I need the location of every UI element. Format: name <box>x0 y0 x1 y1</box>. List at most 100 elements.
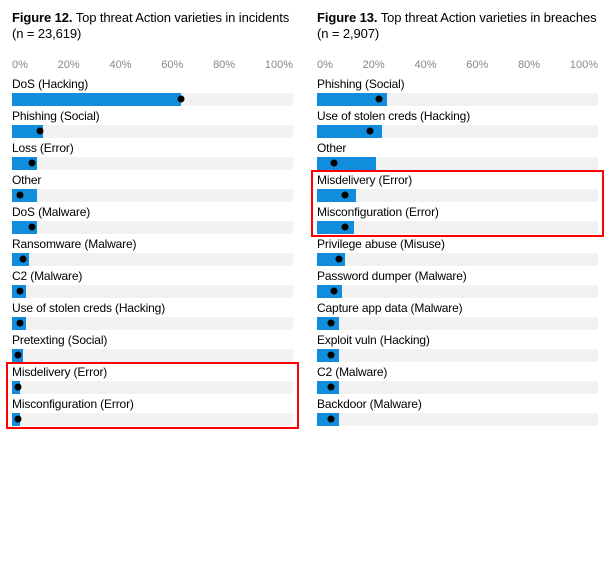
figure-13-label: Figure 13. <box>317 10 377 25</box>
chart-row-label: C2 (Malware) <box>317 365 598 379</box>
chart-row: Capture app data (Malware) <box>317 301 598 330</box>
axis-tick: 0% <box>12 59 28 71</box>
chart-row-label: Capture app data (Malware) <box>317 301 598 315</box>
chart-bar-track <box>317 413 598 426</box>
chart-dot <box>37 128 44 135</box>
figure-12-panel: Figure 12. Top threat Action varieties i… <box>12 10 293 429</box>
chart-row-label: Ransomware (Malware) <box>12 237 293 251</box>
chart-bar-track <box>317 93 598 106</box>
chart-bar-track <box>12 413 293 426</box>
chart-row-label: DoS (Malware) <box>12 205 293 219</box>
chart-row: Phishing (Social) <box>317 77 598 106</box>
chart-bar-track <box>317 253 598 266</box>
axis-tick: 60% <box>466 59 488 71</box>
chart-dot <box>330 160 337 167</box>
chart-row-label: Misconfiguration (Error) <box>317 205 598 219</box>
chart-dot <box>330 288 337 295</box>
figure-13-axis: 0% 20% 40% 60% 80% 100% <box>317 59 598 71</box>
chart-dot <box>375 96 382 103</box>
chart-dot <box>17 320 24 327</box>
chart-dot <box>14 416 21 423</box>
chart-dot <box>336 256 343 263</box>
chart-bar-track <box>317 221 598 234</box>
chart-row-label: DoS (Hacking) <box>12 77 293 91</box>
chart-dot <box>328 384 335 391</box>
chart-bar <box>12 93 181 106</box>
chart-row: Other <box>317 141 598 170</box>
chart-bar-track <box>12 189 293 202</box>
chart-dot <box>14 384 21 391</box>
chart-bar-track <box>12 125 293 138</box>
chart-row-label: Other <box>12 173 293 187</box>
axis-tick: 60% <box>161 59 183 71</box>
chart-dot <box>20 256 27 263</box>
chart-row-label: Backdoor (Malware) <box>317 397 598 411</box>
chart-row-label: Use of stolen creds (Hacking) <box>317 109 598 123</box>
chart-row: Phishing (Social) <box>12 109 293 138</box>
chart-dot <box>328 416 335 423</box>
figure-12-label: Figure 12. <box>12 10 72 25</box>
chart-row: Backdoor (Malware) <box>317 397 598 426</box>
chart-row: C2 (Malware) <box>317 365 598 394</box>
chart-row: C2 (Malware) <box>12 269 293 298</box>
chart-row: Misdelivery (Error) <box>12 365 293 394</box>
chart-dot <box>328 320 335 327</box>
chart-row-label: Phishing (Social) <box>317 77 598 91</box>
axis-tick: 40% <box>414 59 436 71</box>
axis-tick: 40% <box>109 59 131 71</box>
axis-tick: 20% <box>363 59 385 71</box>
chart-bar-track <box>317 189 598 202</box>
chart-row: Misconfiguration (Error) <box>12 397 293 426</box>
chart-bar-track <box>317 381 598 394</box>
chart-row-label: Other <box>317 141 598 155</box>
axis-tick: 100% <box>265 59 293 71</box>
figure-13-title: Figure 13. Top threat Action varieties i… <box>317 10 598 43</box>
chart-bar-track <box>12 349 293 362</box>
chart-dot <box>342 224 349 231</box>
axis-tick: 0% <box>317 59 333 71</box>
chart-row: Privilege abuse (Misuse) <box>317 237 598 266</box>
chart-row-label: Misdelivery (Error) <box>12 365 293 379</box>
chart-bar-track <box>12 157 293 170</box>
chart-row-label: Misdelivery (Error) <box>317 173 598 187</box>
chart-dot <box>328 352 335 359</box>
chart-row: Misdelivery (Error) <box>317 173 598 202</box>
figure-13-panel: Figure 13. Top threat Action varieties i… <box>317 10 598 429</box>
chart-dot <box>17 288 24 295</box>
chart-row: Use of stolen creds (Hacking) <box>12 301 293 330</box>
chart-bar-track <box>12 221 293 234</box>
figure-12-axis: 0% 20% 40% 60% 80% 100% <box>12 59 293 71</box>
chart-row: Password dumper (Malware) <box>317 269 598 298</box>
axis-tick: 80% <box>518 59 540 71</box>
chart-row: Ransomware (Malware) <box>12 237 293 266</box>
chart-dot <box>17 192 24 199</box>
chart-row: Pretexting (Social) <box>12 333 293 362</box>
chart-bar-track <box>12 253 293 266</box>
axis-tick: 20% <box>58 59 80 71</box>
chart-dot <box>14 352 21 359</box>
chart-row: Use of stolen creds (Hacking) <box>317 109 598 138</box>
chart-bar-track <box>12 317 293 330</box>
chart-dot <box>342 192 349 199</box>
chart-bar <box>12 189 37 202</box>
chart-bar-track <box>12 93 293 106</box>
axis-tick: 80% <box>213 59 235 71</box>
chart-row: DoS (Malware) <box>12 205 293 234</box>
chart-dot <box>28 224 35 231</box>
chart-row-label: Use of stolen creds (Hacking) <box>12 301 293 315</box>
chart-row-label: Pretexting (Social) <box>12 333 293 347</box>
chart-row-label: Phishing (Social) <box>12 109 293 123</box>
chart-bar-track <box>12 285 293 298</box>
chart-bar-track <box>12 381 293 394</box>
chart-row: Exploit vuln (Hacking) <box>317 333 598 362</box>
chart-row: Misconfiguration (Error) <box>317 205 598 234</box>
chart-bar-track <box>317 157 598 170</box>
chart-row: DoS (Hacking) <box>12 77 293 106</box>
chart-row: Other <box>12 173 293 202</box>
chart-row-label: Privilege abuse (Misuse) <box>317 237 598 251</box>
chart-dot <box>28 160 35 167</box>
chart-row: Loss (Error) <box>12 141 293 170</box>
chart-bar <box>317 189 356 202</box>
chart-bar-track <box>317 349 598 362</box>
figure-13-chart: 0% 20% 40% 60% 80% 100% Phishing (Social… <box>317 59 598 426</box>
